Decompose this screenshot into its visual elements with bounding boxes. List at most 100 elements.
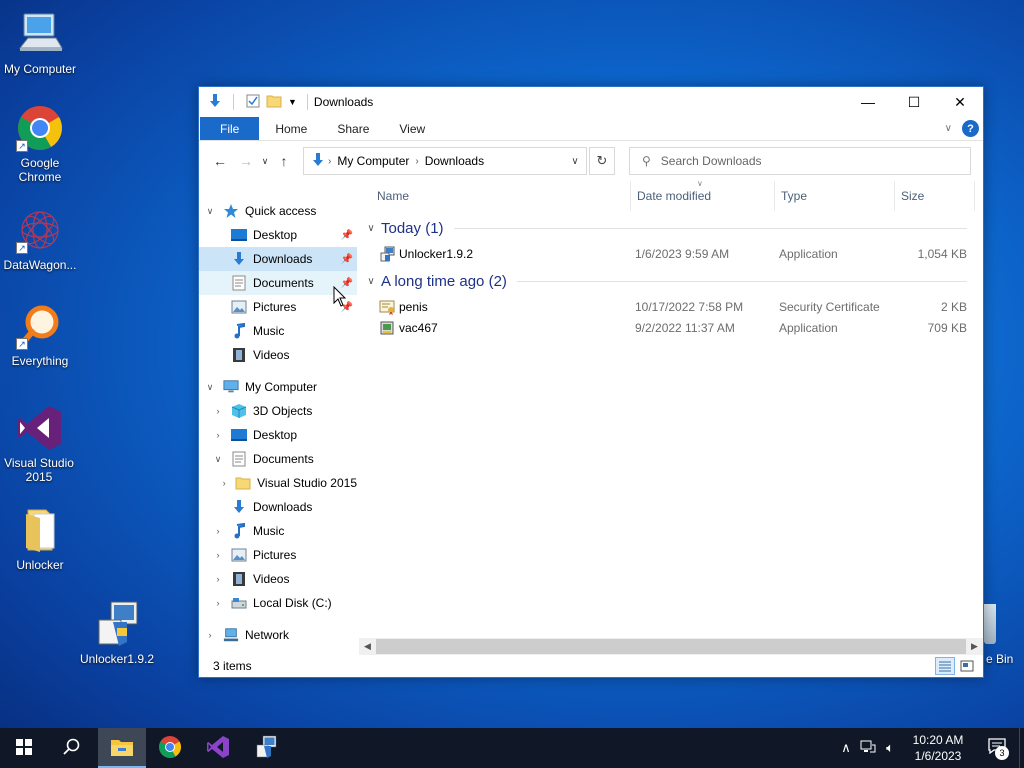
desktop-icon-label: Visual Studio 2015 <box>4 456 74 484</box>
desktop-icon-google-chrome[interactable]: ↗ Google Chrome <box>0 104 80 184</box>
back-arrow-icon[interactable]: ← <box>207 153 233 169</box>
group-collapse-chevron-icon[interactable]: ∨ <box>361 223 381 234</box>
up-arrow-icon[interactable]: ↑ <box>271 153 297 169</box>
nav-pc-3d-objects[interactable]: › 3D Objects <box>199 399 357 423</box>
refresh-button[interactable]: ↻ <box>589 147 615 175</box>
collapsed-chevron-icon[interactable]: › <box>211 406 225 416</box>
collapsed-chevron-icon[interactable]: › <box>211 574 225 584</box>
pin-icon[interactable]: 📌 <box>341 254 353 265</box>
music-note-icon <box>231 523 247 539</box>
group-header-long-time-ago[interactable]: ∨ A long time ago (2) <box>359 270 971 292</box>
search-input[interactable] <box>660 154 951 168</box>
recycle-bin-icon[interactable] <box>984 604 996 644</box>
nav-quick-downloads[interactable]: Downloads 📌 <box>199 247 357 271</box>
breadcrumb-separator-icon: › <box>328 155 332 167</box>
tab-view[interactable]: View <box>383 117 439 140</box>
show-desktop-button[interactable] <box>1019 728 1024 768</box>
column-header-name[interactable]: Name <box>359 181 631 211</box>
nav-pc-videos[interactable]: › Videos <box>199 567 357 591</box>
tab-share[interactable]: Share <box>321 117 383 140</box>
pin-icon[interactable]: 📌 <box>341 230 353 241</box>
nav-pc-visual-studio-2015[interactable]: › Visual Studio 2015 <box>199 471 357 495</box>
breadcrumb-downloads[interactable]: Downloads <box>421 154 488 168</box>
column-header-size[interactable]: Size <box>895 181 975 211</box>
desktop-icon-datawagon[interactable]: ↗ DataWagon... <box>0 206 80 272</box>
nav-pc-local-disk[interactable]: › Local Disk (C:) <box>199 591 357 615</box>
nav-pc-downloads[interactable]: Downloads <box>199 495 357 519</box>
start-button[interactable] <box>0 728 48 768</box>
scroll-right-arrow-icon[interactable]: ▶ <box>966 641 983 652</box>
item-count: 3 items <box>213 659 252 673</box>
collapsed-chevron-icon[interactable]: › <box>211 526 225 536</box>
desktop-icon-unlocker-folder[interactable]: Unlocker <box>0 506 80 572</box>
desktop-icon-everything[interactable]: ↗ Everything <box>0 302 80 368</box>
nav-pc-documents[interactable]: ∨ Documents <box>199 447 357 471</box>
title-bar[interactable]: ▼ Downloads — ☐ ✕ <box>199 87 983 117</box>
column-header-date-modified[interactable]: Date modified ∨ <box>631 179 775 211</box>
desktop-icon-label: Unlocker <box>16 558 64 572</box>
nav-network[interactable]: › Network <box>199 623 357 643</box>
breadcrumb-my-computer[interactable]: My Computer <box>333 154 413 168</box>
tab-file[interactable]: File <box>200 117 260 140</box>
taskbar-chrome[interactable] <box>146 728 194 768</box>
taskbar: ∧ 🔈︎ 10:20 AM 1/6/2023 3 <box>0 728 1024 768</box>
horizontal-scrollbar[interactable]: ◀ ▶ <box>359 638 983 655</box>
collapsed-chevron-icon[interactable]: › <box>203 630 217 640</box>
collapsed-chevron-icon[interactable]: › <box>219 478 229 488</box>
large-icons-view-icon[interactable] <box>957 657 977 675</box>
nav-pc-desktop[interactable]: › Desktop <box>199 423 357 447</box>
recent-locations-chevron-icon[interactable]: ∨ <box>259 156 271 167</box>
desktop-icon-label: Google Chrome <box>18 156 62 184</box>
taskbar-file-explorer[interactable] <box>98 728 146 768</box>
desktop-icon-visual-studio[interactable]: Visual Studio 2015 <box>0 404 78 484</box>
group-title: Today (1) <box>381 219 444 237</box>
properties-icon[interactable] <box>246 94 260 111</box>
network-status-icon[interactable] <box>857 740 879 757</box>
taskbar-unlocker-installer[interactable] <box>242 728 290 768</box>
clock[interactable]: 10:20 AM 1/6/2023 <box>901 732 975 764</box>
taskbar-search-button[interactable] <box>48 728 96 768</box>
search-box[interactable]: ⚲ <box>629 147 971 175</box>
expanded-chevron-icon[interactable]: ∨ <box>203 382 217 393</box>
desktop-icon <box>231 227 247 243</box>
new-folder-icon[interactable] <box>266 94 282 111</box>
nav-quick-access[interactable]: ∨ Quick access <box>199 199 357 223</box>
table-row[interactable]: Unlocker1.9.2 1/6/2023 9:59 AM Applicati… <box>359 243 971 264</box>
desktop-icon-unlocker-installer[interactable]: Unlocker1.9.2 <box>77 600 157 666</box>
scroll-left-arrow-icon[interactable]: ◀ <box>359 641 376 652</box>
column-header-type[interactable]: Type <box>775 181 895 211</box>
action-center-button[interactable]: 3 <box>975 728 1019 768</box>
minimize-button[interactable]: — <box>845 87 891 117</box>
desktop-icon-my-computer[interactable]: My Computer <box>0 10 80 76</box>
nav-quick-videos[interactable]: Videos <box>199 343 357 367</box>
table-row[interactable]: vac467 9/2/2022 11:37 AM Application 709… <box>359 317 971 338</box>
close-button[interactable]: ✕ <box>937 87 983 117</box>
volume-icon[interactable]: 🔈︎ <box>879 740 901 756</box>
collapsed-chevron-icon[interactable]: › <box>211 598 225 608</box>
show-hidden-icons-chevron-icon[interactable]: ∧ <box>835 740 857 756</box>
expanded-chevron-icon[interactable]: ∨ <box>203 206 217 217</box>
address-bar[interactable]: › My Computer › Downloads ∨ <box>303 147 587 175</box>
expand-ribbon-chevron-icon[interactable]: ∨ <box>945 123 952 134</box>
nav-quick-music[interactable]: Music <box>199 319 357 343</box>
group-collapse-chevron-icon[interactable]: ∨ <box>361 276 381 287</box>
address-history-dropdown-icon[interactable]: ∨ <box>564 148 586 174</box>
group-header-today[interactable]: ∨ Today (1) <box>359 217 971 239</box>
expanded-chevron-icon[interactable]: ∨ <box>211 454 225 465</box>
tab-home[interactable]: Home <box>259 117 321 140</box>
table-row[interactable]: penis 10/17/2022 7:58 PM Security Certif… <box>359 296 971 317</box>
help-icon[interactable]: ? <box>962 120 979 137</box>
nav-pc-pictures[interactable]: › Pictures <box>199 543 357 567</box>
scrollbar-thumb[interactable] <box>376 639 966 654</box>
recycle-bin-label: e Bin <box>986 652 1014 666</box>
nav-pc-music[interactable]: › Music <box>199 519 357 543</box>
maximize-button[interactable]: ☐ <box>891 87 937 117</box>
details-view-icon[interactable] <box>935 657 955 675</box>
customize-toolbar-dropdown-icon[interactable]: ▼ <box>288 97 297 107</box>
collapsed-chevron-icon[interactable]: › <box>211 430 225 440</box>
taskbar-visual-studio[interactable] <box>194 728 242 768</box>
collapsed-chevron-icon[interactable]: › <box>211 550 225 560</box>
nav-my-computer[interactable]: ∨ My Computer <box>199 375 357 399</box>
forward-arrow-icon[interactable]: → <box>233 153 259 169</box>
nav-quick-desktop[interactable]: Desktop 📌 <box>199 223 357 247</box>
